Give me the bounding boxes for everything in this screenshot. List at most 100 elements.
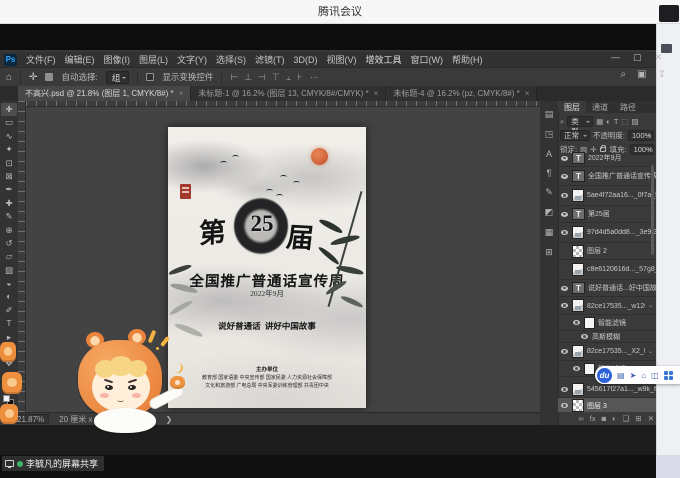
tab-paths[interactable]: 路径 <box>614 101 642 113</box>
align-center-v-icon[interactable]: ⫠ <box>286 72 291 83</box>
cursor-icon[interactable]: ➤ <box>630 371 637 380</box>
menu-image[interactable]: 图像(I) <box>104 53 131 66</box>
paragraph-panel-icon[interactable]: ¶ <box>547 168 552 178</box>
crop-tool[interactable]: ⊡ <box>1 157 17 170</box>
tab-channels[interactable]: 通道 <box>586 101 614 113</box>
menu-file[interactable]: 文件(F) <box>26 53 56 66</box>
dodge-tool[interactable]: ◐ <box>1 290 17 303</box>
workspace-icon[interactable]: ▣ <box>637 69 646 80</box>
new-group-icon[interactable]: ❑ <box>623 414 630 423</box>
filter-pixel-icon[interactable]: ▦ <box>596 117 603 126</box>
layer-row-selected[interactable]: 图层 3 <box>558 398 656 412</box>
blend-mode-dropdown[interactable]: 正常 <box>560 130 590 141</box>
visibility-toggle[interactable] <box>560 193 569 198</box>
visibility-toggle[interactable] <box>572 320 581 325</box>
menu-window[interactable]: 窗口(W) <box>411 53 444 66</box>
meeting-video-thumbnail[interactable] <box>659 5 679 22</box>
visibility-toggle[interactable] <box>560 387 569 392</box>
menu-filter[interactable]: 滤镜(T) <box>255 53 285 66</box>
align-center-h-icon[interactable]: ⊥ <box>244 72 252 83</box>
frame-tool[interactable]: ⊠ <box>1 170 17 183</box>
menu-help[interactable]: 帮助(H) <box>452 53 483 66</box>
smart-filter-chevron-icon[interactable]: ⌄ <box>648 302 653 309</box>
more-options-icon[interactable]: ··· <box>310 72 319 82</box>
layer-style-icon[interactable]: fx <box>590 414 596 423</box>
history-brush-tool[interactable]: ↺ <box>1 237 17 250</box>
grid-menu-icon[interactable] <box>664 371 673 380</box>
baidu-logo-icon[interactable]: du <box>597 368 612 383</box>
home-icon[interactable]: ⌂ <box>6 72 12 83</box>
align-left-icon[interactable]: ⊢ <box>230 72 238 83</box>
tab-close-icon[interactable]: × <box>525 89 530 98</box>
poster-canvas[interactable]: 第 25 届 全国推广普通话宣传周 2022年9月 说好普通话 讲好中国故事 主… <box>168 127 366 408</box>
visibility-toggle[interactable] <box>560 349 569 354</box>
align-bottom-icon[interactable]: ⊦ <box>297 72 302 83</box>
filter-smart-icon[interactable]: ▨ <box>632 117 639 126</box>
menu-edit[interactable]: 编辑(E) <box>65 53 95 66</box>
pen-tool[interactable]: ✐ <box>1 304 17 317</box>
swatches-panel-icon[interactable]: ▦ <box>545 227 554 238</box>
filter-shape-icon[interactable]: ⬚ <box>621 117 628 126</box>
layer-row-hidden[interactable]: 图层 2 <box>558 243 656 260</box>
auto-select-dropdown[interactable]: 组 <box>106 71 130 84</box>
layer-row-hidden[interactable]: c8e6120616d..._57g8_fw1200 <box>558 260 656 280</box>
tab-close-icon[interactable]: × <box>179 89 184 98</box>
new-layer-icon[interactable]: ⊞ <box>635 414 641 423</box>
visibility-toggle[interactable] <box>560 174 569 179</box>
maximize-icon[interactable]: ▢ <box>633 52 642 63</box>
visibility-toggle[interactable] <box>560 212 569 217</box>
doc-tab-active[interactable]: 不高兴.psd @ 21.8% (图层 1, CMYK/8#) * × <box>18 86 191 101</box>
layers-scrollbar[interactable] <box>651 165 654 255</box>
visibility-toggle[interactable] <box>560 230 569 235</box>
align-right-icon[interactable]: ⊣ <box>258 72 266 83</box>
visibility-toggle[interactable] <box>560 286 569 291</box>
layer-row[interactable]: T 第25届 <box>558 206 656 223</box>
marquee-tool[interactable]: ▭ <box>1 116 17 129</box>
healing-tool[interactable]: ✚ <box>1 197 17 210</box>
layer-row[interactable]: T 说好普通话...好中国故事 <box>558 280 656 297</box>
layer-search-icon[interactable]: ⌕ <box>560 117 564 127</box>
move-tool-icon[interactable]: ✛ <box>29 72 37 83</box>
eyedropper-tool[interactable]: ✒ <box>1 183 17 196</box>
smart-filter-chevron-icon[interactable]: ⌄ <box>648 348 653 355</box>
layer-row[interactable]: 5ae4f72aa16..._0f7a_5e1200 <box>558 186 656 206</box>
tab-close-icon[interactable]: × <box>374 89 379 98</box>
layer-row[interactable]: T 2022年9月 <box>558 150 656 167</box>
type-tool[interactable]: T <box>1 317 17 330</box>
menu-layer[interactable]: 图层(L) <box>139 53 168 66</box>
adjustment-layer-icon[interactable]: ◐ <box>612 414 617 423</box>
layer-mask-icon[interactable]: ◙ <box>602 414 607 423</box>
adjustments-panel-icon[interactable]: ◩ <box>545 207 554 218</box>
libraries-panel-icon[interactable]: ⊞ <box>545 247 553 258</box>
layer-row[interactable]: T 全国推广普通话宣传周 <box>558 167 656 186</box>
phone-icon[interactable]: ◫ <box>651 371 659 380</box>
history-panel-icon[interactable]: ▤ <box>545 109 554 120</box>
wand-tool[interactable]: ✦ <box>1 143 17 156</box>
stamp-tool[interactable]: ⊕ <box>1 224 17 237</box>
visibility-toggle[interactable] <box>560 403 569 408</box>
visibility-toggle[interactable] <box>560 156 569 161</box>
brush-tool[interactable]: ✎ <box>1 210 17 223</box>
visibility-toggle[interactable] <box>580 334 589 339</box>
search-icon[interactable]: ⌕ <box>621 69 627 80</box>
smart-filter-row[interactable]: 智能滤镜 <box>558 315 656 331</box>
minimize-icon[interactable]: — <box>611 52 620 63</box>
bag-icon[interactable]: ⌂ <box>641 371 646 380</box>
align-top-icon[interactable]: ⊤ <box>272 72 280 83</box>
menu-view[interactable]: 视图(V) <box>327 53 357 66</box>
comments-panel-icon[interactable]: ◳ <box>545 129 554 140</box>
brush-panel-icon[interactable]: ✎ <box>545 187 553 198</box>
tab-layers[interactable]: 图层 <box>558 101 586 113</box>
lasso-tool[interactable]: ∿ <box>1 130 17 143</box>
auto-select-checkbox[interactable] <box>45 73 53 81</box>
menu-plugins[interactable]: 增效工具 <box>366 53 402 66</box>
meeting-chat-panel[interactable] <box>656 24 680 455</box>
move-tool[interactable]: ✛ <box>1 103 17 116</box>
notes-icon[interactable]: ▤ <box>617 371 625 380</box>
menu-select[interactable]: 选择(S) <box>216 53 246 66</box>
doc-tab[interactable]: 未标题-1 @ 16.2% (图层 13, CMYK/8#/CMYK) * × <box>191 86 386 101</box>
character-panel-icon[interactable]: A <box>546 149 552 159</box>
visibility-toggle[interactable] <box>560 303 569 308</box>
delete-layer-icon[interactable]: ✕ <box>648 414 654 423</box>
link-layers-icon[interactable]: ∞ <box>578 414 583 423</box>
